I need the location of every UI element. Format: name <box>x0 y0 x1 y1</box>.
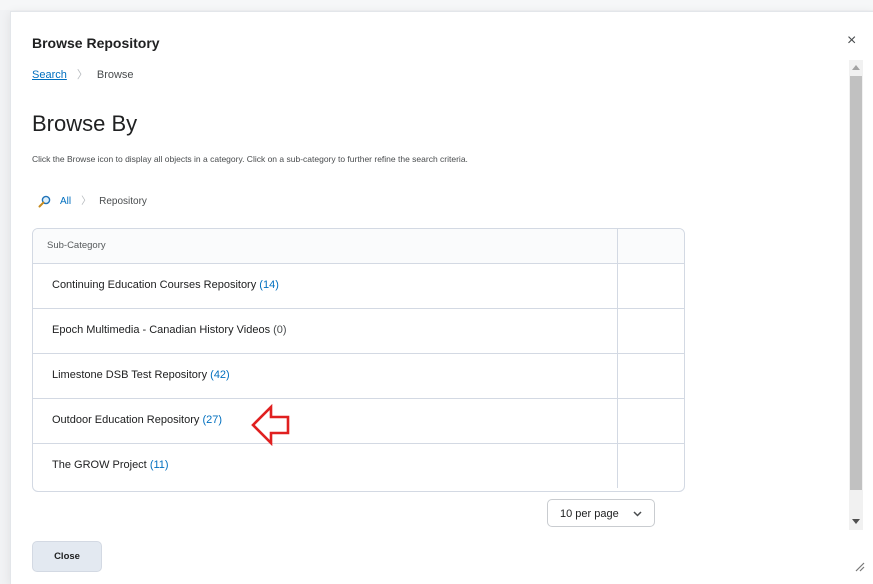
scroll-up-icon[interactable] <box>852 65 860 70</box>
category-name[interactable]: Epoch Multimedia - Canadian History Vide… <box>52 324 270 336</box>
page-title: Browse By <box>32 111 138 136</box>
category-count[interactable]: (42) <box>210 369 230 381</box>
category-link[interactable]: The GROW Project (11) <box>52 459 169 471</box>
category-name[interactable]: Continuing Education Courses Repository <box>52 279 256 291</box>
column-header-sub-category: Sub-Category <box>47 240 106 251</box>
category-name[interactable]: Limestone DSB Test Repository <box>52 369 207 381</box>
scrollbar[interactable] <box>849 60 863 530</box>
path-separator-icon: 〉 <box>81 196 92 207</box>
table-cell-empty <box>617 399 684 443</box>
category-link[interactable]: Limestone DSB Test Repository (42) <box>52 369 230 381</box>
magnifier-icon[interactable] <box>38 195 51 208</box>
category-link[interactable]: Continuing Education Courses Repository … <box>52 279 279 291</box>
close-button[interactable]: Close <box>32 541 102 572</box>
category-name[interactable]: The GROW Project <box>52 459 147 471</box>
category-count[interactable]: (11) <box>150 459 169 471</box>
category-name[interactable]: Outdoor Education Repository <box>52 414 199 426</box>
breadcrumb-current: Browse <box>96 69 134 81</box>
category-link[interactable]: Epoch Multimedia - Canadian History Vide… <box>52 324 287 336</box>
table-cell-empty <box>617 444 684 488</box>
table-cell-empty <box>617 354 684 398</box>
chevron-down-icon <box>633 511 642 517</box>
category-link[interactable]: Outdoor Education Repository (27) <box>52 414 222 426</box>
category-count: (0) <box>273 324 287 336</box>
table-cell-empty <box>617 309 684 353</box>
close-icon[interactable]: × <box>847 33 856 49</box>
category-count[interactable]: (27) <box>202 414 222 426</box>
column-header-empty <box>617 229 684 263</box>
category-path: All 〉 Repository <box>38 192 147 208</box>
sub-category-table: Sub-Category Continuing Education Course… <box>32 228 685 492</box>
annotation-arrow-icon <box>251 404 290 446</box>
table-row: Outdoor Education Repository (27) <box>33 399 684 444</box>
instructions-text: Click the Browse icon to display all obj… <box>32 154 468 164</box>
table-cell-empty <box>617 264 684 308</box>
breadcrumb: Search 〉 Browse <box>32 66 134 82</box>
table-row: Limestone DSB Test Repository (42) <box>33 354 684 399</box>
table-row: Continuing Education Courses Repository … <box>33 264 684 309</box>
table-header-row: Sub-Category <box>33 229 684 264</box>
breadcrumb-search-link[interactable]: Search <box>32 69 67 81</box>
scrollbar-thumb[interactable] <box>850 76 862 490</box>
path-all-link[interactable]: All <box>60 196 71 207</box>
path-current: Repository <box>99 196 147 207</box>
browse-repository-dialog: Browse Repository × Search 〉 Browse Browse… <box>10 11 873 584</box>
dialog-title: Browse Repository <box>32 35 160 51</box>
breadcrumb-separator-icon: 〉 <box>76 69 88 81</box>
per-page-value: 10 per page <box>560 508 619 520</box>
resize-grip-icon[interactable] <box>853 560 865 572</box>
per-page-select[interactable]: 10 per page <box>547 499 655 527</box>
category-count[interactable]: (14) <box>259 279 279 291</box>
table-row: The GROW Project (11) <box>33 444 684 488</box>
page-backdrop <box>0 0 873 10</box>
table-row: Epoch Multimedia - Canadian History Vide… <box>33 309 684 354</box>
scroll-down-icon[interactable] <box>852 519 860 524</box>
